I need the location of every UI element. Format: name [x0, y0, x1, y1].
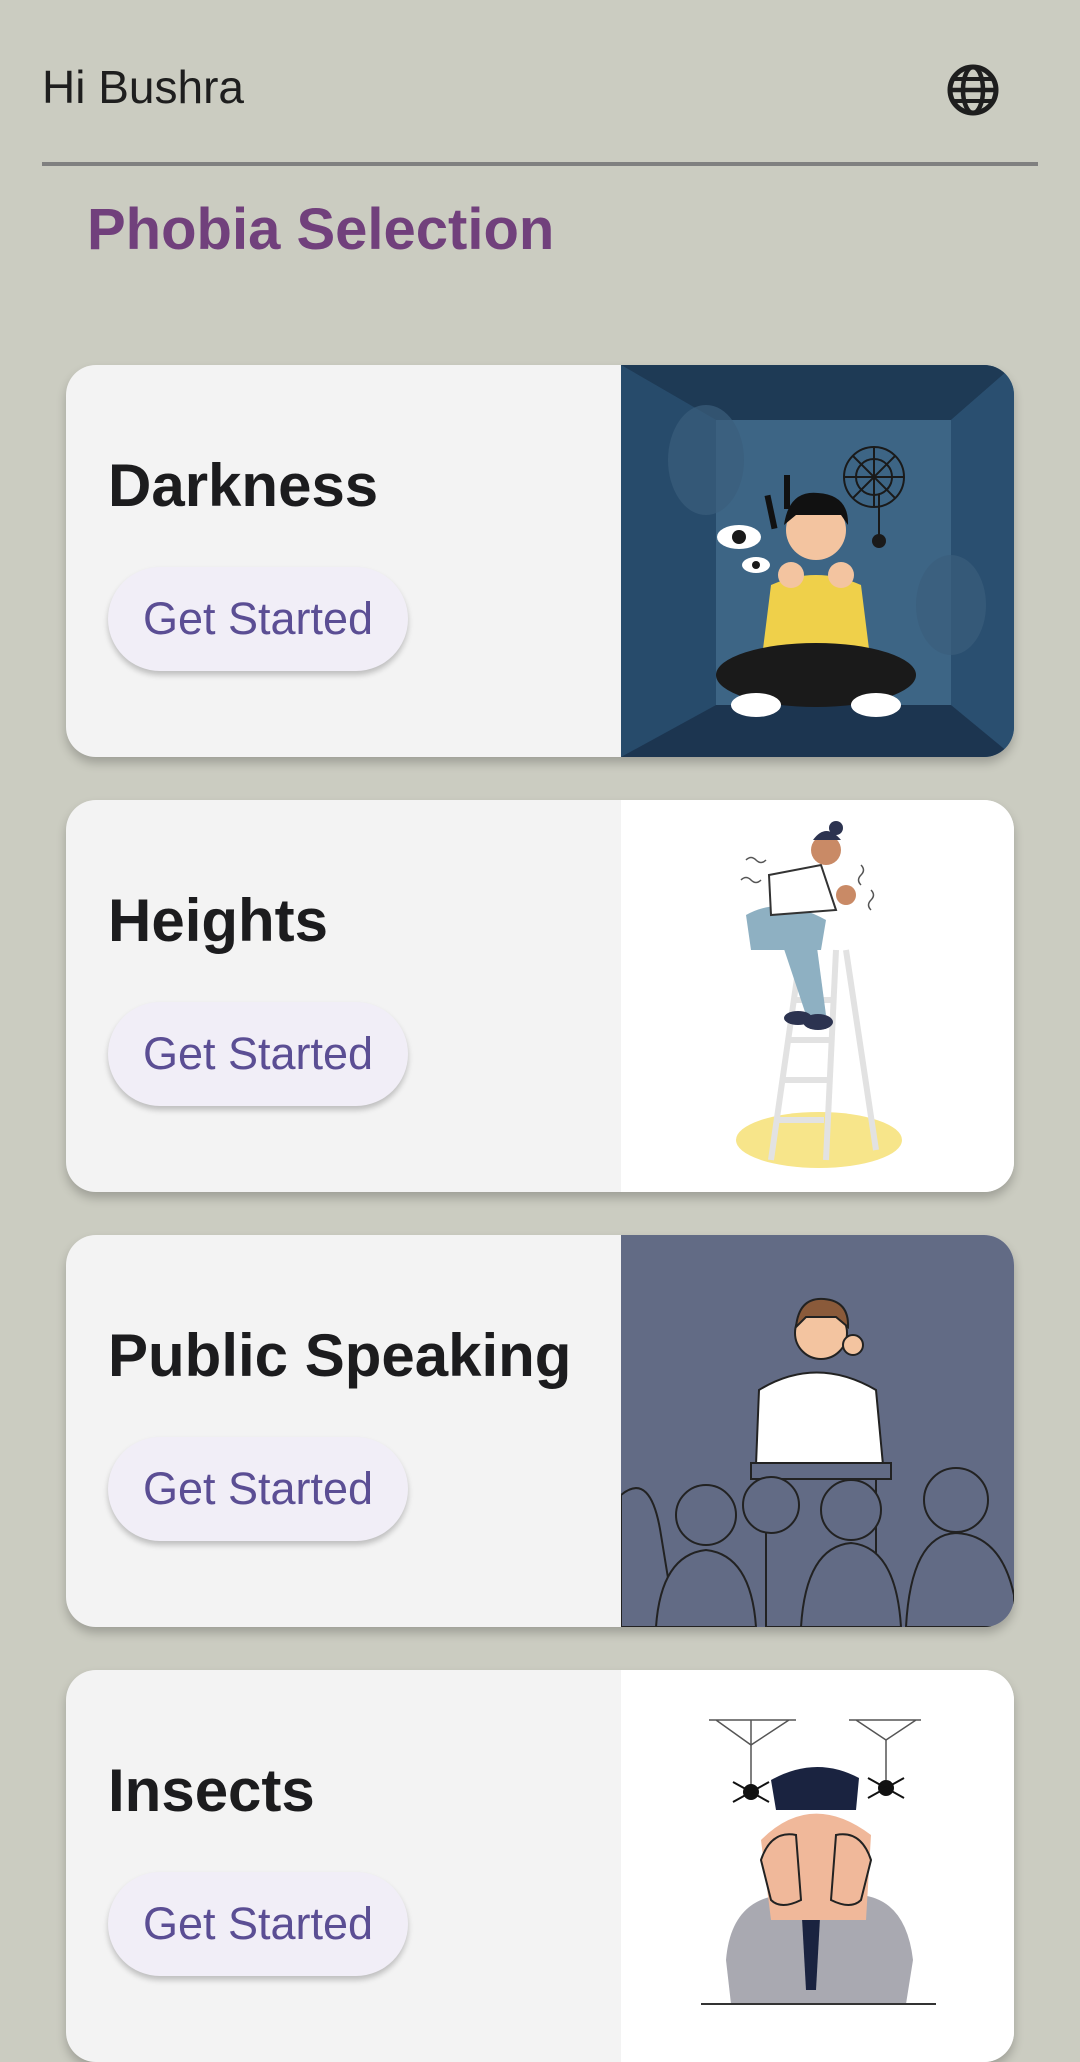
globe-icon[interactable] — [945, 62, 1001, 118]
phobia-card-darkness[interactable]: Darkness Get Started — [66, 365, 1014, 757]
top-bar: Hi Bushra — [0, 0, 1080, 168]
darkness-illustration — [621, 365, 1014, 757]
insects-illustration — [621, 1670, 1014, 2062]
header-divider — [42, 162, 1038, 166]
phobia-title: Heights — [108, 887, 329, 954]
phobia-title: Insects — [108, 1757, 315, 1824]
phobia-card-insects[interactable]: Insects Get Started — [66, 1670, 1014, 2062]
phobia-title: Public Speaking — [108, 1322, 572, 1389]
get-started-button[interactable]: Get Started — [108, 1437, 408, 1541]
page-title: Phobia Selection — [87, 197, 555, 262]
public-speaking-illustration — [621, 1235, 1014, 1627]
heights-illustration — [621, 800, 1014, 1192]
get-started-button[interactable]: Get Started — [108, 1002, 408, 1106]
greeting-text: Hi Bushra — [42, 61, 244, 113]
phobia-card-public-speaking[interactable]: Public Speaking Get Started — [66, 1235, 1014, 1627]
phobia-card-heights[interactable]: Heights Get Started — [66, 800, 1014, 1192]
get-started-button[interactable]: Get Started — [108, 567, 408, 671]
get-started-button[interactable]: Get Started — [108, 1872, 408, 1976]
phobia-title: Darkness — [108, 452, 379, 519]
